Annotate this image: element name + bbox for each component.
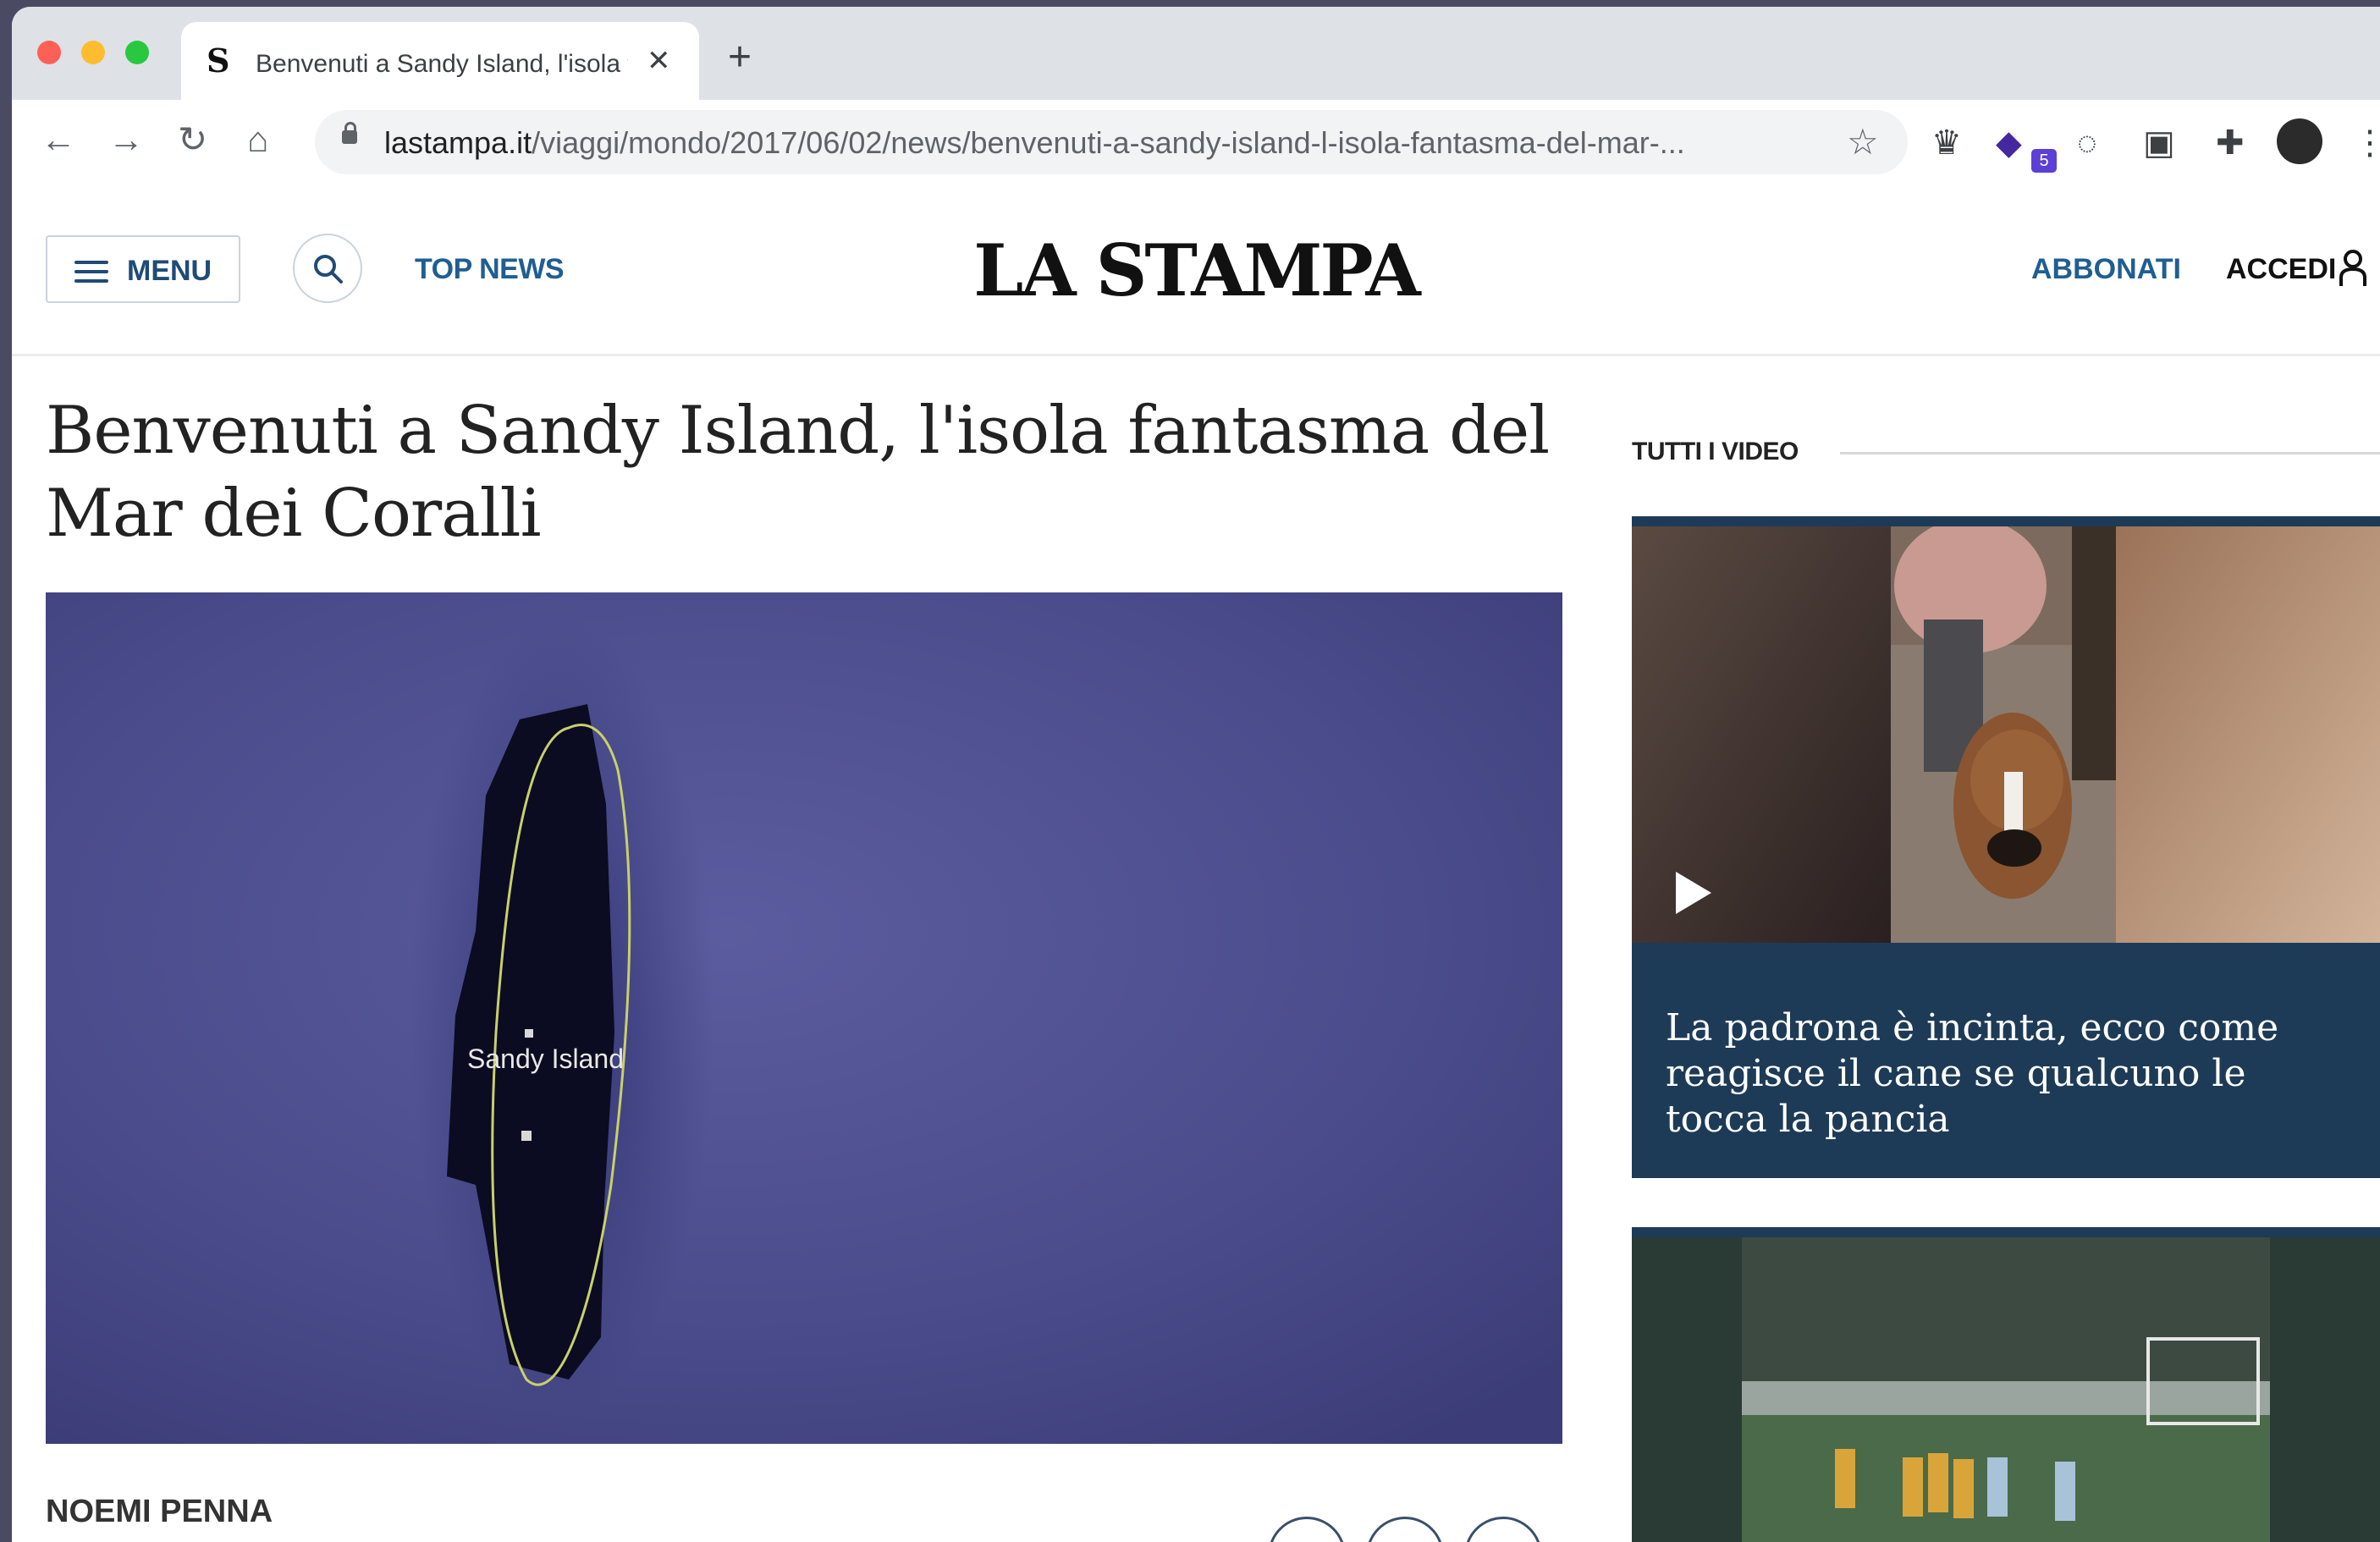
article-author: NOEMI PENNA — [46, 1494, 273, 1529]
share-twitter-button[interactable] — [1366, 1517, 1444, 1542]
lock-icon[interactable] — [342, 122, 357, 144]
site-favicon-icon: S — [207, 41, 230, 80]
close-window-button[interactable] — [37, 41, 61, 64]
video-card[interactable] — [1632, 1227, 2380, 1542]
video-card[interactable]: La padrona è incinta, ecco come reagisce… — [1632, 516, 2380, 1178]
play-icon[interactable] — [1676, 872, 1711, 914]
share-email-button[interactable] — [1464, 1517, 1542, 1542]
user-icon[interactable] — [2338, 249, 2368, 288]
maximize-window-button[interactable] — [125, 41, 149, 64]
picture-in-picture-icon[interactable]: ▣ — [2143, 124, 2175, 162]
site-logo[interactable]: LA STAMPA — [12, 229, 2380, 313]
url-text[interactable]: lastampa.it/viaggi/mondo/2017/06/02/news… — [384, 125, 1685, 161]
extension-circle-icon[interactable]: ◌ — [2077, 124, 2097, 162]
tab-title: Benvenuti a Sandy Island, l'isola fantas… — [256, 50, 628, 78]
url-host: lastampa.it — [384, 125, 532, 160]
browser-menu-icon[interactable]: ⋮ — [2353, 124, 2380, 162]
forward-icon[interactable]: → — [108, 118, 144, 161]
video-section-title: TUTTI I VIDEO — [1632, 438, 1799, 465]
dog-video-thumbnail-image — [1632, 526, 2380, 943]
close-tab-icon[interactable]: ✕ — [647, 44, 671, 78]
video-thumbnail[interactable] — [1632, 526, 2380, 943]
browser-toolbar: ← → ↻ ⌂ lastampa.it/viaggi/mondo/2017/06… — [12, 100, 2380, 185]
video-title[interactable]: La padrona è incinta, ecco come reagisce… — [1666, 1005, 2343, 1143]
new-tab-button[interactable]: + — [728, 37, 752, 78]
section-divider — [1840, 452, 2380, 454]
minimize-window-button[interactable] — [81, 41, 105, 64]
article-headline: Benvenuti a Sandy Island, l'isola fantas… — [46, 393, 1550, 552]
football-video-thumbnail-image — [1632, 1237, 2380, 1542]
video-thumbnail[interactable] — [1632, 1237, 2380, 1542]
extensions-puzzle-icon[interactable]: ✚ — [2216, 124, 2245, 162]
browser-tab-active[interactable]: S Benvenuti a Sandy Island, l'isola fant… — [181, 22, 699, 102]
site-header: MENU TOP NEWS LA STAMPA ABBONATI ACCEDI — [12, 184, 2380, 356]
article-hero-image[interactable]: Sandy Island — [46, 592, 1562, 1444]
login-link[interactable]: ACCEDI — [2226, 252, 2336, 286]
address-bar[interactable]: lastampa.it/viaggi/mondo/2017/06/02/news… — [315, 110, 1908, 174]
extension-diamond-icon[interactable]: ◆ — [1996, 124, 2022, 162]
map-label: Sandy Island — [467, 1044, 624, 1074]
url-path: /viaggi/mondo/2017/06/02/news/benvenuti-… — [532, 125, 1685, 160]
home-icon[interactable]: ⌂ — [247, 118, 268, 161]
browser-window: S Benvenuti a Sandy Island, l'isola fant… — [12, 7, 2380, 1542]
satellite-map-image: Sandy Island — [46, 592, 1562, 1444]
tab-strip: S Benvenuti a Sandy Island, l'isola fant… — [12, 7, 2380, 102]
extension-crown-icon[interactable]: ♛ — [1931, 124, 1962, 162]
subscribe-link[interactable]: ABBONATI — [2031, 252, 2181, 286]
profile-avatar[interactable] — [2277, 118, 2322, 164]
share-facebook-button[interactable] — [1268, 1517, 1346, 1542]
extension-badge: 5 — [2031, 149, 2057, 173]
reload-icon[interactable]: ↻ — [178, 118, 207, 161]
bookmark-star-icon[interactable]: ☆ — [1847, 122, 1879, 162]
back-icon[interactable]: ← — [41, 118, 76, 161]
